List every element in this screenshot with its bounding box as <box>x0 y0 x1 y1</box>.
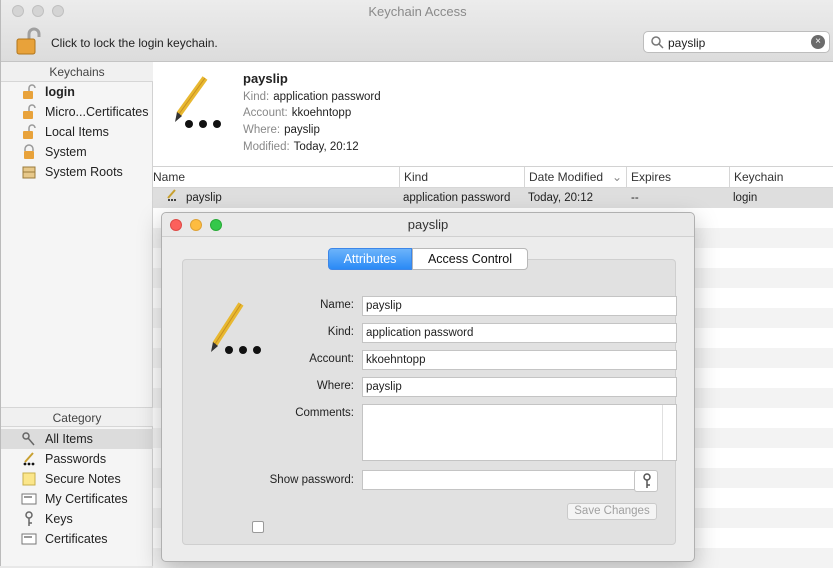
unlocked-padlock-icon <box>21 124 37 140</box>
certificate-icon <box>21 531 37 547</box>
table-header: Name Kind Date Modified ⌄ Expires Keychai… <box>153 166 833 188</box>
chevron-down-icon: ⌄ <box>611 170 622 184</box>
category-item-secure-notes[interactable]: Secure Notes <box>1 469 153 489</box>
category-item-certificates[interactable]: Certificates <box>1 529 153 549</box>
search-field[interactable]: payslip × <box>643 31 830 53</box>
account-field[interactable]: kkoehntopp <box>362 350 677 370</box>
lock-hint[interactable]: Click to lock the login keychain. <box>51 36 218 50</box>
certificate-icon <box>21 491 37 507</box>
tab-access-control[interactable]: Access Control <box>412 248 528 270</box>
password-field[interactable] <box>362 470 646 490</box>
clear-search-icon[interactable]: × <box>811 35 825 49</box>
sidebar-item-system[interactable]: System <box>1 142 153 162</box>
detail-name: payslip <box>243 71 288 86</box>
column-date-modified[interactable]: Date Modified ⌄ <box>524 167 626 188</box>
where-field[interactable]: payslip <box>362 377 677 397</box>
category-item-my-certificates[interactable]: My Certificates <box>1 489 153 509</box>
sidebar-item-local-items[interactable]: Local Items <box>1 122 153 142</box>
sidebar-item-login[interactable]: login <box>1 82 153 102</box>
name-label: Name: <box>320 299 354 311</box>
comments-field[interactable] <box>362 404 677 461</box>
item-dialog: payslip Name: payslip Kind: application … <box>161 212 695 562</box>
key-button[interactable] <box>634 470 658 492</box>
category-item-keys[interactable]: Keys <box>1 509 153 529</box>
unlocked-padlock-icon[interactable] <box>15 26 41 59</box>
password-row-icon <box>165 188 179 209</box>
dialog-title: payslip <box>407 217 449 232</box>
sidebar-item-microsoft-certificates[interactable]: Micro...Certificates <box>1 102 153 122</box>
detail-kind: Kind: application password <box>243 91 381 103</box>
name-field[interactable]: payslip <box>362 296 677 316</box>
unlocked-padlock-icon <box>21 84 37 100</box>
search-icon <box>650 35 664 52</box>
comments-label: Comments: <box>295 407 354 419</box>
item-detail-pane: payslip Kind: application password Accoun… <box>153 62 833 166</box>
sidebar: Keychains login Micro...Certificates Loc… <box>1 62 153 566</box>
key-icon <box>21 511 37 527</box>
key-icon <box>640 473 654 492</box>
category-header: Category <box>1 407 153 427</box>
detail-modified: Modified: Today, 20:12 <box>243 141 359 153</box>
attributes-panel: Name: payslip Kind: application password… <box>182 259 677 545</box>
window-title: Keychain Access <box>368 4 467 19</box>
column-kind[interactable]: Kind <box>399 167 524 188</box>
note-icon <box>21 471 37 487</box>
column-name[interactable]: Name <box>149 167 399 188</box>
ellipsis-icon <box>21 451 37 467</box>
keychain-window: Keychain Access Click to lock the login … <box>0 0 833 568</box>
category-item-all-items[interactable]: All Items <box>1 429 153 449</box>
detail-where: Where: payslip <box>243 124 320 136</box>
tab-attributes[interactable]: Attributes <box>328 248 412 270</box>
column-keychain[interactable]: Keychain <box>729 167 833 188</box>
keys-icon <box>21 431 37 447</box>
kind-field[interactable]: application password <box>362 323 677 343</box>
category-item-passwords[interactable]: Passwords <box>1 449 153 469</box>
show-password-label[interactable]: Show password: <box>183 474 354 486</box>
dialog-title-bar: payslip <box>162 213 694 237</box>
locked-padlock-icon <box>21 144 37 160</box>
password-item-icon <box>169 72 229 135</box>
table-row[interactable]: payslip application password Today, 20:1… <box>153 188 833 208</box>
where-label: Where: <box>316 380 354 392</box>
account-label: Account: <box>309 353 354 365</box>
cabinet-icon <box>21 164 37 180</box>
title-bar: Keychain Access Click to lock the login … <box>1 0 833 62</box>
unlocked-padlock-icon <box>21 104 37 120</box>
detail-account: Account: kkoehntopp <box>243 107 352 119</box>
sidebar-item-system-roots[interactable]: System Roots <box>1 162 153 182</box>
search-input[interactable]: payslip <box>668 36 705 50</box>
show-password-checkbox[interactable] <box>252 521 264 533</box>
column-expires[interactable]: Expires <box>626 167 729 188</box>
comments-scrollbar[interactable] <box>662 405 676 460</box>
keychains-header: Keychains <box>1 62 153 82</box>
kind-label: Kind: <box>327 326 354 338</box>
save-changes-button[interactable]: Save Changes <box>567 503 657 520</box>
